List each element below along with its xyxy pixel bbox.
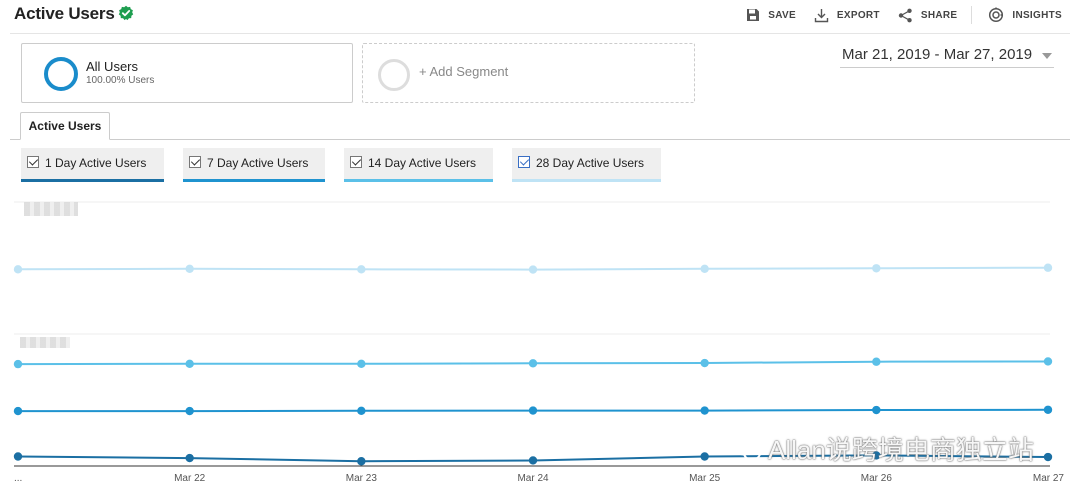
- save-button[interactable]: SAVE: [746, 8, 796, 22]
- save-label: SAVE: [768, 9, 796, 21]
- share-icon: [898, 8, 912, 22]
- data-point[interactable]: [185, 359, 194, 369]
- segment-bar: All Users 100.00% Users + Add Segment Ma…: [10, 33, 1070, 113]
- x-tick-label: Mar 27: [1033, 473, 1065, 484]
- metric-label: 14 Day Active Users: [368, 156, 477, 170]
- tab-active-users[interactable]: Active Users: [20, 112, 110, 140]
- save-icon: [747, 9, 760, 21]
- data-point[interactable]: [528, 456, 538, 465]
- x-tick-label: ...: [14, 473, 22, 484]
- data-point[interactable]: [13, 359, 23, 369]
- checkbox-checked-icon[interactable]: [27, 156, 39, 168]
- x-tick-label: Mar 26: [861, 473, 893, 484]
- metric-color-bar: [344, 179, 493, 182]
- metric-toggle-14-day[interactable]: 14 Day Active Users: [344, 148, 493, 182]
- data-point[interactable]: [872, 357, 881, 366]
- chevron-down-icon: [1042, 53, 1052, 59]
- checkbox-checked-icon[interactable]: [189, 156, 201, 168]
- share-label: SHARE: [920, 9, 958, 21]
- metric-label: 1 Day Active Users: [45, 156, 147, 170]
- export-label: EXPORT: [836, 9, 880, 21]
- data-point[interactable]: [185, 453, 194, 463]
- metric-label: 28 Day Active Users: [536, 156, 645, 170]
- data-point[interactable]: [872, 405, 881, 415]
- data-point[interactable]: [700, 406, 709, 415]
- share-button[interactable]: SHARE: [898, 8, 958, 23]
- data-point[interactable]: [528, 406, 538, 415]
- toolbar-divider: [971, 6, 973, 24]
- insights-button[interactable]: INSIGHTS: [988, 7, 1062, 23]
- x-tick-label: Mar 24: [517, 473, 549, 484]
- date-range-text: Mar 21, 2019 - Mar 27, 2019: [842, 46, 1033, 63]
- segment-all-users[interactable]: All Users 100.00% Users: [21, 43, 353, 103]
- x-tick-label: Mar 22: [174, 473, 206, 484]
- data-point[interactable]: [357, 359, 366, 369]
- report-header: Active Users SAVE EXPORT SHARE INSIGHTS: [0, 0, 1080, 30]
- add-segment-label: + Add Segment: [419, 64, 509, 79]
- watermark-text: Allan说跨境电商独立站: [768, 435, 1034, 465]
- download-icon: [814, 8, 829, 22]
- segment-percentage: 100.00% Users: [86, 75, 155, 86]
- metric-color-bar: [512, 179, 661, 182]
- metric-toggle-28-day[interactable]: 28 Day Active Users: [512, 148, 661, 182]
- series-7-day-active-users: [13, 405, 1053, 416]
- x-tick-label: Mar 25: [689, 473, 721, 484]
- add-segment-button[interactable]: + Add Segment: [362, 43, 695, 103]
- redacted-axis-label: [24, 202, 78, 216]
- data-point[interactable]: [1043, 405, 1053, 414]
- data-point[interactable]: [700, 264, 709, 273]
- metric-label: 7 Day Active Users: [207, 156, 309, 170]
- data-point[interactable]: [528, 359, 538, 368]
- segment-ring-icon: [44, 57, 78, 91]
- insights-label: INSIGHTS: [1012, 9, 1062, 21]
- metric-color-bar: [183, 179, 325, 182]
- verified-check-icon: [118, 5, 134, 21]
- tab-bar: Active Users: [10, 112, 1070, 140]
- wechat-icon: [733, 436, 761, 461]
- data-point[interactable]: [1043, 452, 1053, 462]
- redacted-axis-label: [20, 337, 70, 348]
- page-title: Active Users: [14, 4, 115, 23]
- data-point[interactable]: [1043, 357, 1053, 366]
- data-point[interactable]: [1043, 263, 1053, 272]
- data-point[interactable]: [185, 264, 194, 273]
- data-point[interactable]: [528, 265, 538, 274]
- x-tick-label: Mar 23: [346, 473, 378, 484]
- data-point[interactable]: [357, 457, 366, 466]
- metric-toggle-7-day[interactable]: 7 Day Active Users: [183, 148, 325, 182]
- segment-name: All Users: [86, 59, 139, 74]
- date-range-picker[interactable]: Mar 21, 2019 - Mar 27, 2019: [840, 44, 1054, 68]
- data-point[interactable]: [13, 452, 23, 461]
- data-point[interactable]: [357, 406, 366, 416]
- data-point[interactable]: [357, 265, 366, 274]
- series-28-day-active-users: [13, 263, 1053, 274]
- checkbox-checked-icon[interactable]: [518, 156, 530, 168]
- empty-segment-ring-icon: [378, 59, 410, 91]
- watermark: Allan说跨境电商独立站: [732, 430, 1034, 467]
- metric-toggle-1-day[interactable]: 1 Day Active Users: [21, 148, 164, 182]
- export-button[interactable]: EXPORT: [814, 8, 880, 23]
- data-point[interactable]: [700, 452, 709, 461]
- insights-icon: [989, 7, 1004, 23]
- data-point[interactable]: [872, 264, 881, 273]
- data-point[interactable]: [13, 406, 23, 416]
- series-14-day-active-users: [13, 357, 1053, 369]
- data-point[interactable]: [700, 358, 709, 368]
- report-toolbar: SAVE EXPORT SHARE INSIGHTS: [728, 6, 1062, 24]
- data-point[interactable]: [185, 406, 194, 416]
- x-axis: ... Mar 22 Mar 23 Mar 24 Mar 25 Mar 26 Mar 27: [14, 465, 1065, 484]
- data-point[interactable]: [13, 265, 23, 274]
- checkbox-checked-icon[interactable]: [350, 156, 362, 168]
- metric-color-bar: [21, 179, 164, 182]
